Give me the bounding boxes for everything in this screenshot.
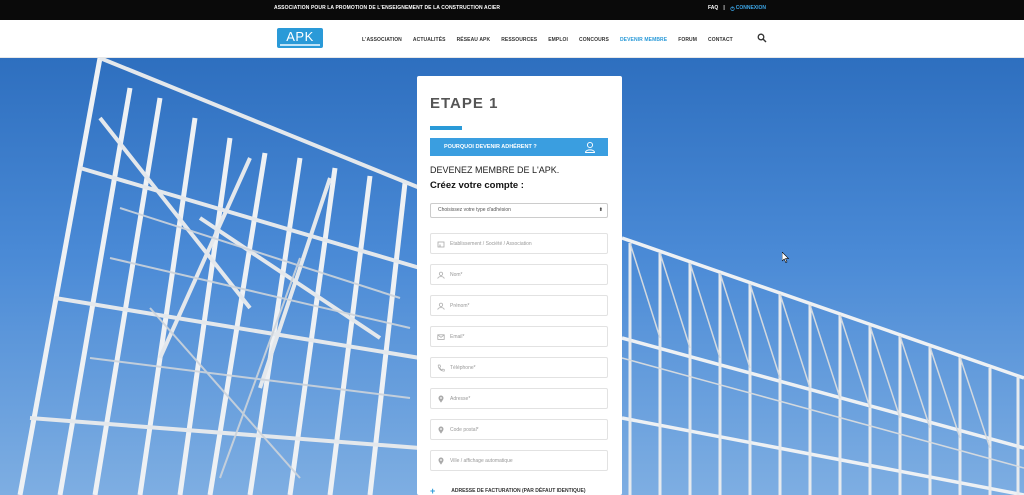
select-arrows-icon: ⬍	[598, 207, 603, 213]
postcode-input[interactable]	[450, 420, 600, 439]
search-icon[interactable]	[757, 33, 767, 43]
top-links-separator: |	[723, 5, 725, 11]
phone-field-wrapper	[430, 357, 608, 378]
create-account-heading: Créez votre compte :	[430, 180, 524, 191]
nav-item-become-member[interactable]: DEVENIR MEMBRE	[620, 37, 667, 43]
address-input[interactable]	[450, 389, 600, 408]
main-nav: L'ASSOCIATION ACTUALITÉS RÉSEAU APK RESS…	[362, 37, 733, 43]
registration-panel: ETAPE 1 POURQUOI DEVENIR ADHÉRENT ? DEVE…	[417, 76, 622, 495]
city-field-wrapper	[430, 450, 608, 471]
billing-address-label: ADRESSE DE FACTURATION (PAR DÉFAUT IDENT…	[451, 488, 586, 494]
membership-type-select[interactable]: Choisissez votre type d'adhésion ⬍	[430, 203, 608, 218]
postcode-field-wrapper	[430, 419, 608, 440]
nav-item-forum[interactable]: FORUM	[678, 37, 697, 43]
nav-item-resources[interactable]: RESSOURCES	[501, 37, 537, 43]
envelope-icon	[437, 334, 445, 340]
lastname-input[interactable]	[450, 265, 600, 284]
nav-item-contact[interactable]: CONTACT	[708, 37, 733, 43]
logo-underline	[280, 44, 320, 46]
nav-item-contest[interactable]: CONCOURS	[579, 37, 609, 43]
nav-item-network[interactable]: RÉSEAU APK	[457, 37, 491, 43]
top-links: FAQ | CONNEXION	[708, 5, 766, 11]
phone-input[interactable]	[450, 358, 600, 377]
building-icon	[437, 241, 445, 248]
city-input[interactable]	[450, 451, 600, 470]
lastname-field-wrapper	[430, 264, 608, 285]
power-icon	[730, 6, 735, 11]
billing-address-toggle[interactable]: + ADRESSE DE FACTURATION (PAR DÉFAUT IDE…	[430, 486, 586, 495]
location-pin-icon	[438, 426, 444, 434]
logo-text: APK	[286, 29, 314, 44]
email-field-wrapper	[430, 326, 608, 347]
address-field-wrapper	[430, 388, 608, 409]
step-title: ETAPE 1	[430, 95, 499, 112]
step-title-underline	[430, 126, 462, 130]
become-member-heading: DEVENEZ MEMBRE DE L'APK.	[430, 165, 560, 175]
person-icon	[437, 302, 445, 310]
login-link-label: CONNEXION	[735, 5, 766, 11]
top-bar: ASSOCIATION POUR LA PROMOTION DE L'ENSEI…	[0, 0, 1024, 20]
nav-item-news[interactable]: ACTUALITÉS	[413, 37, 446, 43]
plus-icon: +	[430, 486, 436, 495]
apk-logo[interactable]: APK	[277, 28, 323, 48]
phone-icon	[437, 364, 445, 372]
user-icon	[585, 141, 595, 153]
location-pin-icon	[438, 395, 444, 403]
membership-type-value: Choisissez votre type d'adhésion	[438, 207, 511, 213]
why-become-member-label: POURQUOI DEVENIR ADHÉRENT ?	[444, 144, 537, 150]
why-become-member-button[interactable]: POURQUOI DEVENIR ADHÉRENT ?	[430, 138, 608, 156]
company-field-wrapper	[430, 233, 608, 254]
nav-item-association[interactable]: L'ASSOCIATION	[362, 37, 402, 43]
email-input[interactable]	[450, 327, 600, 346]
site-header: APK L'ASSOCIATION ACTUALITÉS RÉSEAU APK …	[0, 20, 1024, 58]
company-input[interactable]	[450, 234, 600, 253]
firstname-input[interactable]	[450, 296, 600, 315]
faq-link[interactable]: FAQ	[708, 5, 718, 11]
login-link[interactable]: CONNEXION	[730, 5, 766, 11]
person-icon	[437, 271, 445, 279]
firstname-field-wrapper	[430, 295, 608, 316]
nav-item-jobs[interactable]: EMPLOI	[548, 37, 568, 43]
location-pin-icon	[438, 457, 444, 465]
association-tagline: ASSOCIATION POUR LA PROMOTION DE L'ENSEI…	[274, 5, 501, 11]
mouse-cursor-icon	[782, 252, 790, 263]
